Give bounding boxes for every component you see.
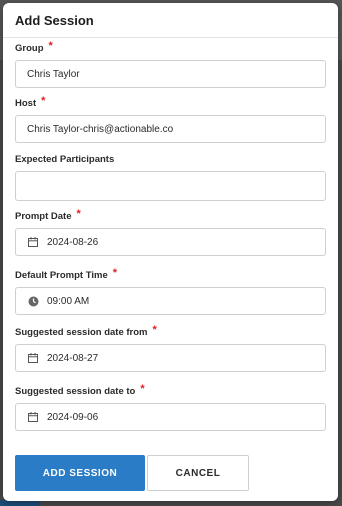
prompt-date-field: Prompt Date * 2024-08-26 bbox=[15, 208, 326, 256]
default-prompt-time-input[interactable]: 09:00 AM bbox=[15, 287, 326, 315]
required-marker: * bbox=[48, 40, 53, 52]
clock-icon bbox=[27, 295, 39, 307]
default-prompt-time-value: 09:00 AM bbox=[47, 295, 90, 307]
modal-title: Add Session bbox=[15, 12, 94, 28]
expected-participants-field: Expected Participants bbox=[15, 152, 326, 201]
suggested-to-input[interactable]: 2024-09-06 bbox=[15, 403, 326, 431]
suggested-from-field: Suggested session date from * 2024-08-27 bbox=[15, 324, 326, 372]
suggested-to-field: Suggested session date to * 2024-09-06 bbox=[15, 383, 326, 431]
suggested-from-input[interactable]: 2024-08-27 bbox=[15, 344, 326, 372]
prompt-date-input[interactable]: 2024-08-26 bbox=[15, 228, 326, 256]
group-label: Group bbox=[15, 42, 44, 54]
cancel-button[interactable]: CANCEL bbox=[147, 455, 249, 491]
modal-header: Add Session bbox=[3, 3, 338, 38]
group-value: Chris Taylor bbox=[27, 68, 80, 80]
add-session-modal: Add Session Group * Chris Taylor Host * … bbox=[3, 3, 338, 501]
suggested-to-label: Suggested session date to bbox=[15, 385, 136, 397]
modal-footer: ADD SESSION CANCEL bbox=[15, 455, 249, 491]
suggested-from-value: 2024-08-27 bbox=[47, 352, 99, 364]
calendar-icon bbox=[27, 236, 39, 248]
host-value: Chris Taylor-chris@actionable.co bbox=[27, 123, 174, 135]
suggested-from-label: Suggested session date from bbox=[15, 326, 148, 338]
host-select[interactable]: Chris Taylor-chris@actionable.co bbox=[15, 115, 326, 143]
default-prompt-time-field: Default Prompt Time * 09:00 AM bbox=[15, 267, 326, 315]
expected-participants-input[interactable] bbox=[15, 171, 326, 201]
host-field: Host * Chris Taylor-chris@actionable.co bbox=[15, 95, 326, 143]
group-field: Group * Chris Taylor bbox=[15, 40, 326, 88]
calendar-icon bbox=[27, 411, 39, 423]
add-session-button[interactable]: ADD SESSION bbox=[15, 455, 145, 491]
required-marker: * bbox=[152, 324, 157, 336]
default-prompt-time-label: Default Prompt Time bbox=[15, 269, 108, 281]
host-label: Host bbox=[15, 97, 37, 109]
prompt-date-value: 2024-08-26 bbox=[47, 236, 99, 248]
group-select[interactable]: Chris Taylor bbox=[15, 60, 326, 88]
required-marker: * bbox=[41, 95, 46, 107]
calendar-icon bbox=[27, 352, 39, 364]
prompt-date-label: Prompt Date bbox=[15, 210, 72, 222]
required-marker: * bbox=[76, 208, 81, 220]
suggested-to-value: 2024-09-06 bbox=[47, 411, 99, 423]
required-marker: * bbox=[112, 267, 118, 279]
expected-participants-label: Expected Participants bbox=[15, 153, 115, 165]
required-marker: * bbox=[140, 383, 145, 395]
